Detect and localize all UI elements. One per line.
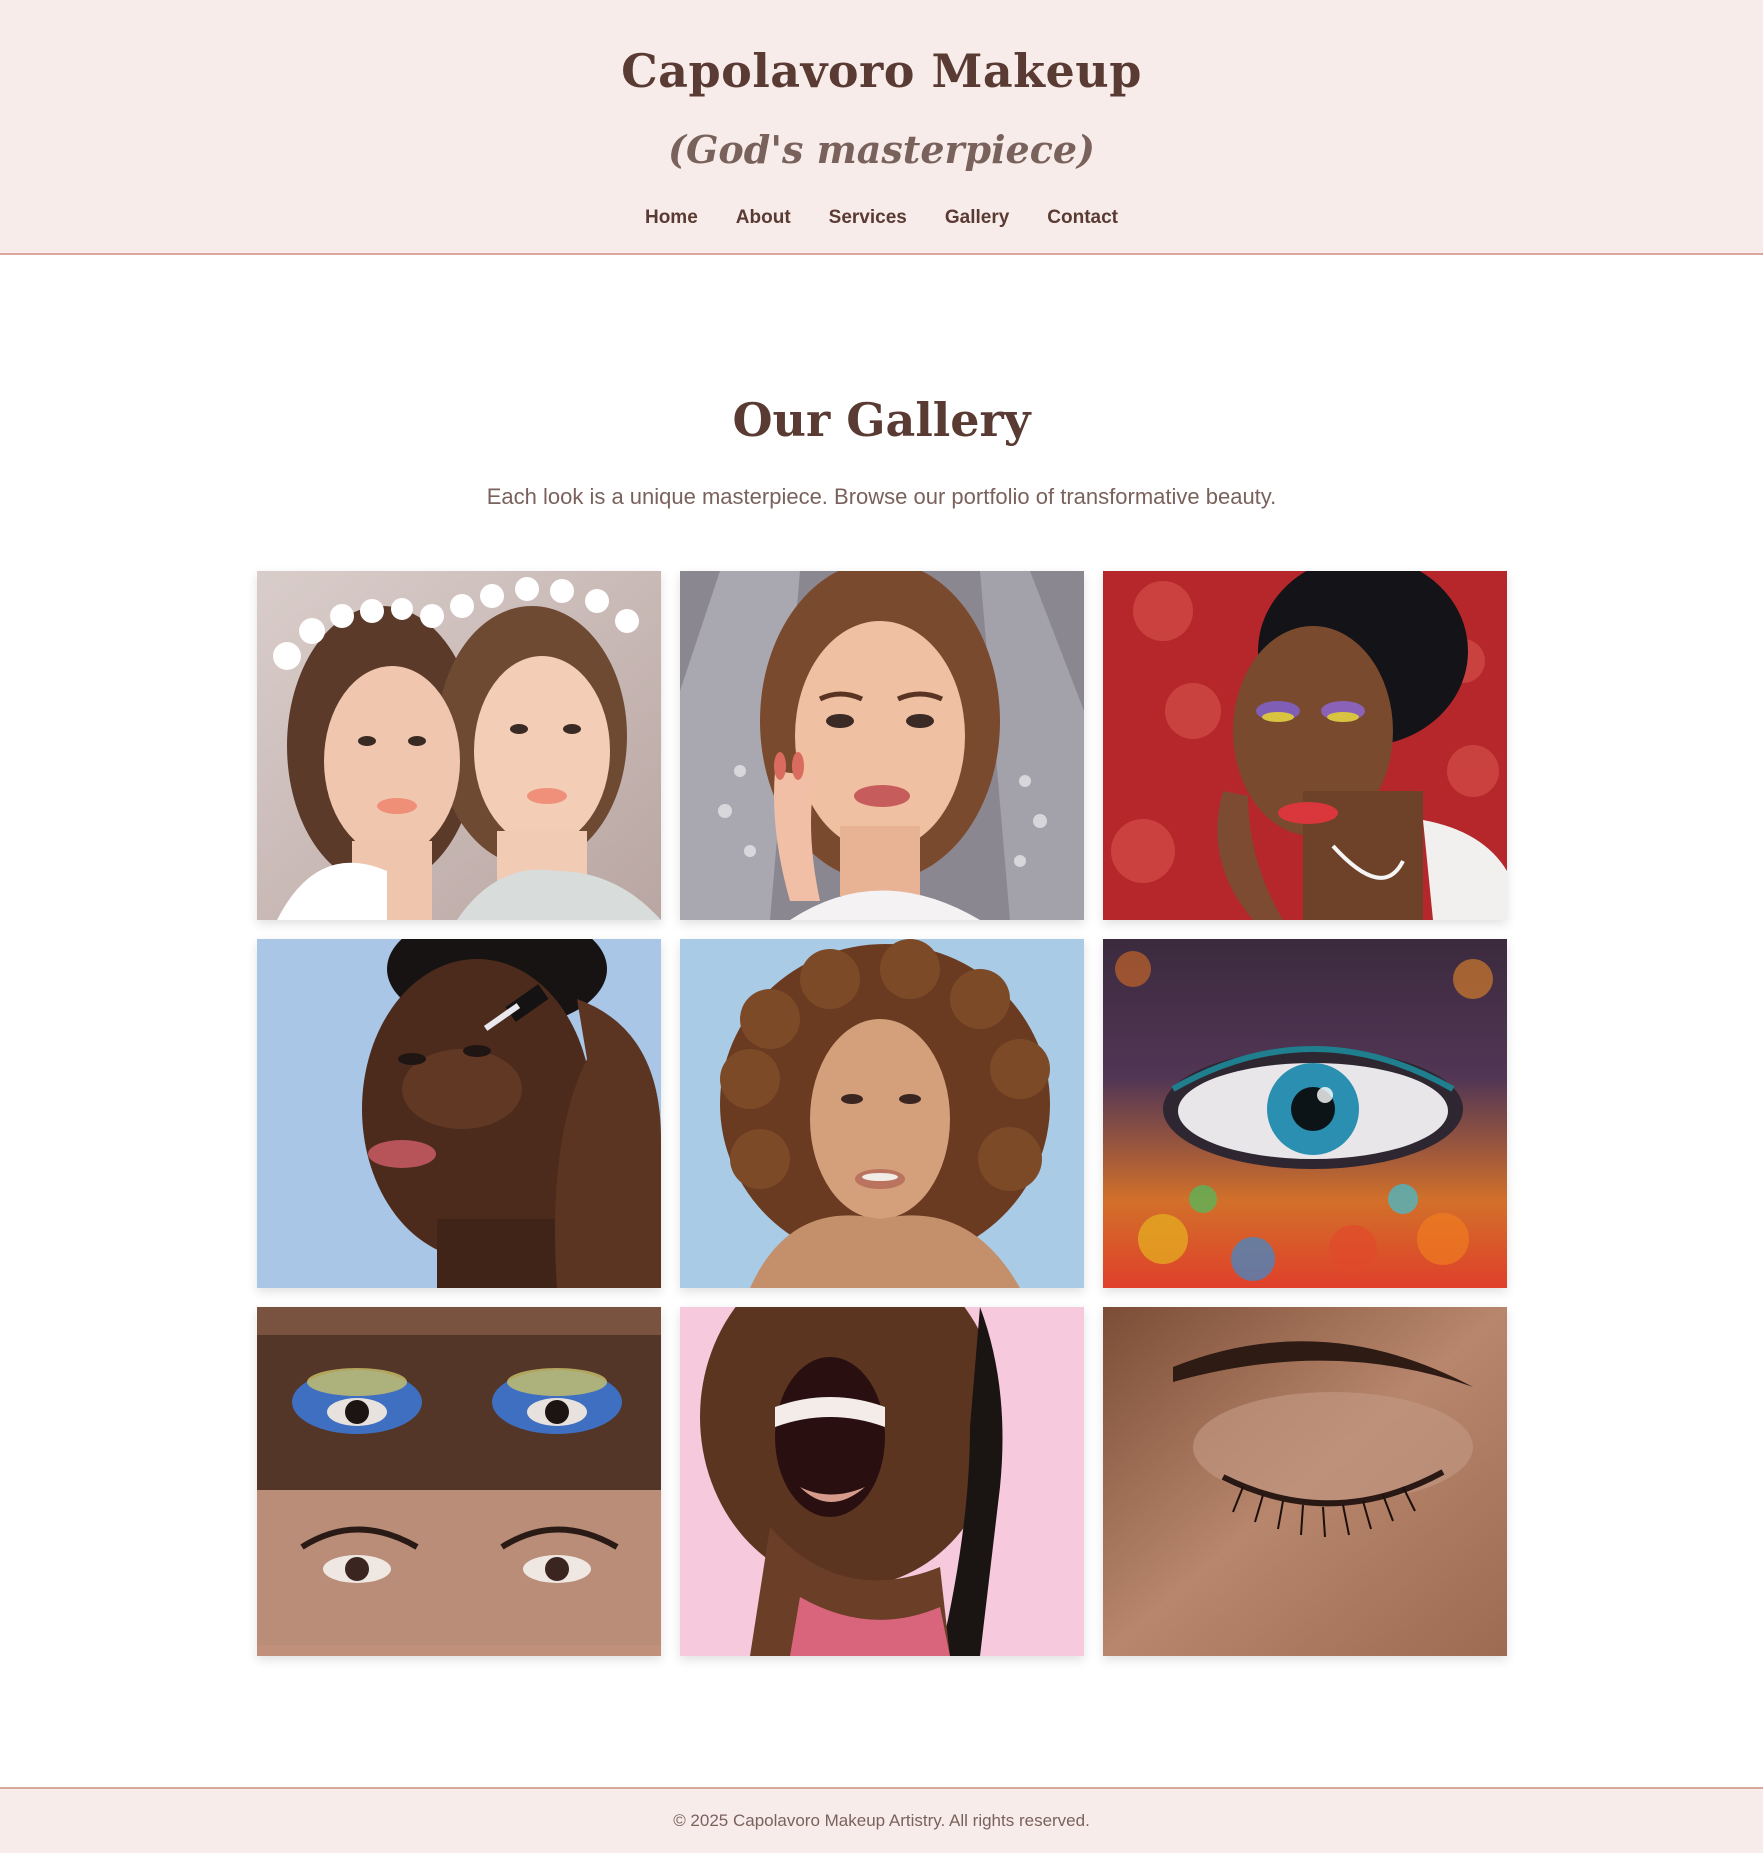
serum-dropper-skincare-photo bbox=[257, 939, 661, 1288]
gallery-title: Our Gallery bbox=[732, 393, 1031, 447]
laughing-woman-pink-background-photo bbox=[680, 1307, 1084, 1656]
gallery-item-7[interactable] bbox=[257, 1307, 661, 1656]
gallery-item-5[interactable] bbox=[680, 939, 1084, 1288]
main-nav: Home About Services Gallery Contact bbox=[0, 207, 1763, 229]
brand-tagline: (God's masterpiece) bbox=[667, 127, 1096, 172]
copyright-text: © 2025 Capolavoro Makeup Artistry. All r… bbox=[673, 1811, 1090, 1830]
nav-link-about[interactable]: About bbox=[736, 207, 791, 229]
blue-eyeshadow-eyes-strip-photo bbox=[257, 1307, 661, 1656]
nav-link-home[interactable]: Home bbox=[645, 207, 698, 229]
gallery-item-8[interactable] bbox=[680, 1307, 1084, 1656]
brand-title: Capolavoro Makeup bbox=[621, 44, 1142, 98]
gallery-item-4[interactable] bbox=[257, 939, 661, 1288]
gallery-item-1[interactable] bbox=[257, 571, 661, 920]
gallery-item-6[interactable] bbox=[1103, 939, 1507, 1288]
glitter-eyeshadow-portrait-photo bbox=[1103, 571, 1507, 920]
two-brides-flower-crowns-photo bbox=[257, 571, 661, 920]
closed-eye-closeup-photo bbox=[1103, 1307, 1507, 1656]
nav-link-contact[interactable]: Contact bbox=[1047, 207, 1118, 229]
gallery-item-2[interactable] bbox=[680, 571, 1084, 920]
gallery-item-3[interactable] bbox=[1103, 571, 1507, 920]
bride-veil-portrait-photo bbox=[680, 571, 1084, 920]
nav-link-services[interactable]: Services bbox=[829, 207, 907, 229]
curly-hair-portrait-photo bbox=[680, 939, 1084, 1288]
gallery-intro: Each look is a unique masterpiece. Brows… bbox=[486, 484, 1277, 509]
gallery-grid bbox=[257, 571, 1507, 1656]
nav-link-gallery[interactable]: Gallery bbox=[945, 207, 1009, 229]
gallery-item-9[interactable] bbox=[1103, 1307, 1507, 1656]
colorful-powder-eye-photo bbox=[1103, 939, 1507, 1288]
site-footer: © 2025 Capolavoro Makeup Artistry. All r… bbox=[0, 1787, 1763, 1853]
site-header: Capolavoro Makeup (God's masterpiece) Ho… bbox=[0, 0, 1763, 255]
